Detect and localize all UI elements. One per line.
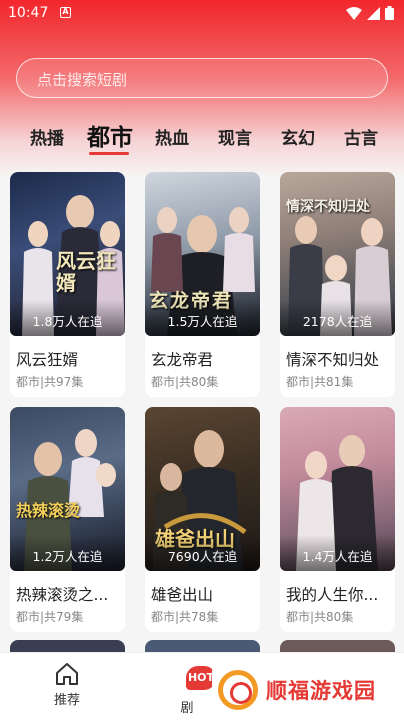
poster-title: 风云狂婿 [56, 249, 116, 295]
tab-ancient-romance[interactable]: 古言 [344, 124, 378, 149]
drama-card[interactable]: 玄龙帝君 1.5万人在追 玄龙帝君 都市|共80集 [145, 172, 260, 397]
drama-meta: 都市|共78集 [151, 610, 219, 624]
battery-icon [385, 6, 394, 20]
drama-card[interactable]: 雄爸出山 7690人在追 雄爸出山 都市|共78集 [145, 407, 260, 632]
drama-title: 风云狂婿 [16, 351, 79, 369]
nav-recommend[interactable]: 推荐 [37, 661, 97, 708]
tab-urban[interactable]: 都市 [87, 118, 133, 152]
drama-meta: 都市|共81集 [286, 375, 354, 389]
poster-title: 情深不知归处 [286, 199, 370, 215]
status-icons [346, 6, 394, 20]
status-time: 10:47 [8, 5, 49, 21]
nav-recommend-label: 推荐 [53, 693, 80, 708]
drama-meta: 都市|共97集 [16, 375, 84, 389]
drama-card[interactable]: 1.4万人在追 我的人生你... 都市|共80集 [280, 407, 395, 632]
drama-card[interactable]: 情深不知归处 2178人在追 情深不知归处 都市|共81集 [280, 172, 395, 397]
watermark: 顺福游戏园 [212, 664, 400, 716]
active-tab-indicator [89, 152, 129, 155]
drama-title: 情深不知归处 [286, 351, 380, 369]
drama-title: 玄龙帝君 [151, 351, 214, 369]
drama-title: 雄爸出山 [151, 586, 214, 604]
drama-poster: 热辣滚烫 1.2万人在追 [10, 407, 125, 571]
home-icon [56, 663, 78, 685]
watermark-logo-icon [218, 670, 258, 710]
drama-meta: 都市|共79集 [16, 610, 84, 624]
tab-hot[interactable]: 热播 [30, 124, 64, 149]
signal-icon [367, 6, 380, 20]
follower-count: 1.8万人在追 [32, 314, 103, 329]
drama-meta: 都市|共80集 [151, 375, 219, 389]
tab-passion[interactable]: 热血 [155, 124, 189, 149]
notification-icon: A [60, 7, 71, 18]
category-tabs: 热播 都市 热血 现言 玄幻 古言 [0, 118, 404, 158]
tab-fantasy[interactable]: 玄幻 [281, 124, 315, 149]
nav-drama-label: 剧 [180, 701, 194, 716]
poster-title: 热辣滚烫 [16, 501, 81, 520]
drama-meta: 都市|共80集 [286, 610, 354, 624]
follower-count: 2178人在追 [302, 314, 373, 329]
wifi-icon [346, 6, 362, 20]
drama-card[interactable]: 风云狂婿 1.8万人在追 风云狂婿 都市|共97集 [10, 172, 125, 397]
tab-modern-romance[interactable]: 现言 [218, 124, 252, 149]
drama-poster: 风云狂婿 1.8万人在追 [10, 172, 125, 336]
drama-poster: 1.4万人在追 [280, 407, 395, 571]
search-placeholder: 点击搜索短剧 [37, 71, 128, 89]
drama-poster: 情深不知归处 2178人在追 [280, 172, 395, 336]
follower-count: 1.4万人在追 [302, 549, 373, 564]
drama-title: 我的人生你... [286, 586, 379, 604]
watermark-text: 顺福游戏园 [266, 679, 376, 703]
drama-card[interactable]: 热辣滚烫 1.2万人在追 热辣滚烫之... 都市|共79集 [10, 407, 125, 632]
follower-count: 7690人在追 [167, 549, 238, 564]
follower-count: 1.5万人在追 [167, 314, 238, 329]
drama-title: 热辣滚烫之... [16, 586, 109, 604]
drama-poster: 雄爸出山 7690人在追 [145, 407, 260, 571]
drama-poster: 玄龙帝君 1.5万人在追 [145, 172, 260, 336]
search-input[interactable]: 点击搜索短剧 [16, 58, 388, 98]
nav-drama[interactable]: 剧 [172, 697, 202, 716]
status-bar: 10:47 A [0, 0, 404, 28]
follower-count: 1.2万人在追 [32, 549, 103, 564]
